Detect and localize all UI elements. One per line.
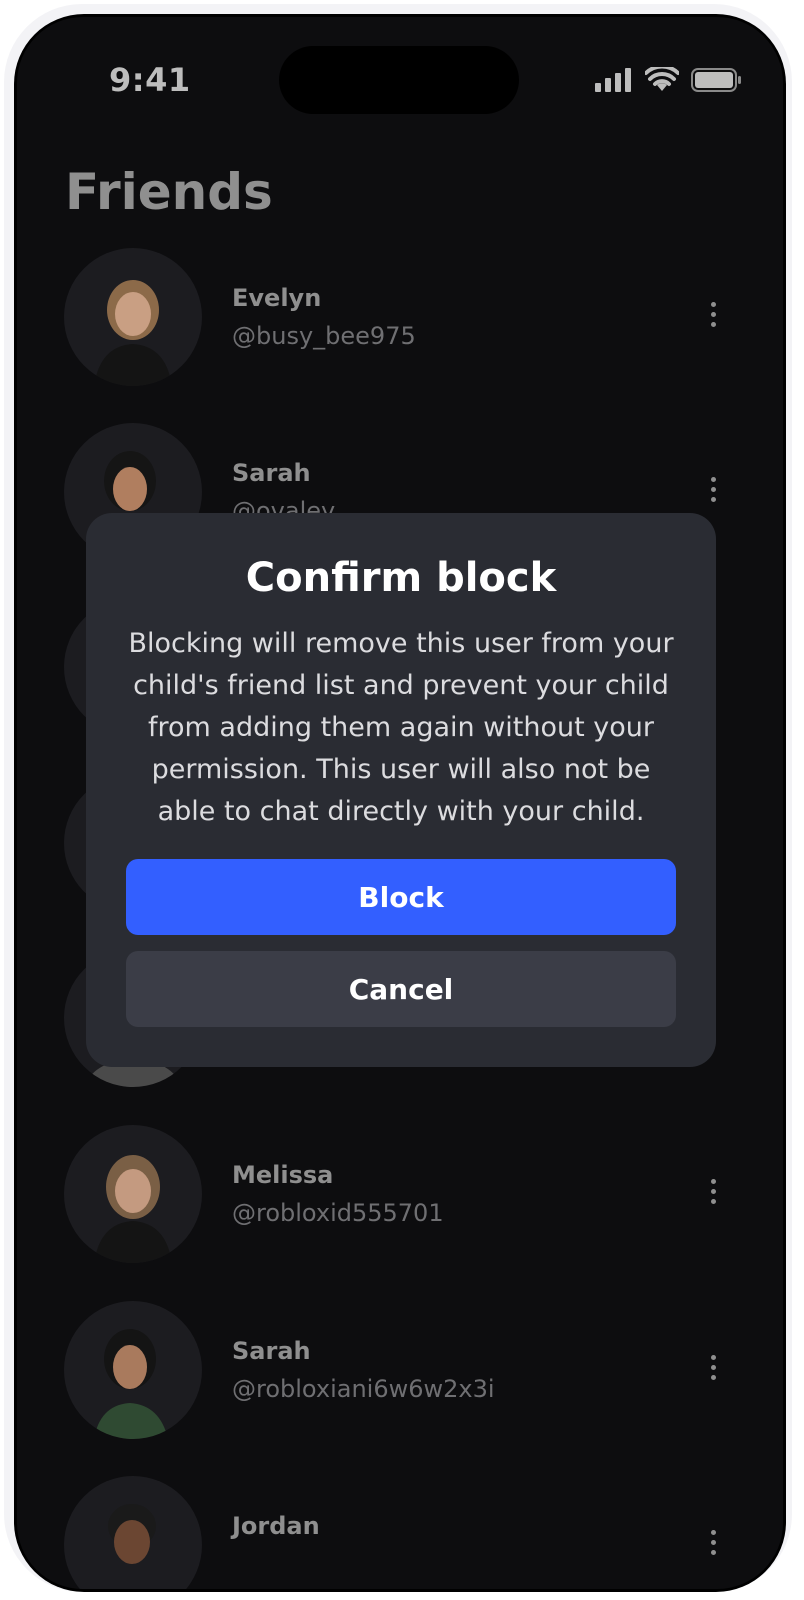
avatar (64, 1301, 202, 1439)
avatar (64, 248, 202, 386)
signal-icon (595, 68, 631, 92)
friend-name: Sarah (232, 459, 311, 487)
friend-name: Jordan (232, 1512, 320, 1540)
battery-icon (691, 68, 741, 92)
friend-row[interactable]: Melissa @robloxid555701 (17, 1125, 783, 1265)
cancel-button[interactable]: Cancel (126, 951, 676, 1027)
friend-handle: @robloxiani6w6w2x3i (232, 1375, 495, 1403)
friend-row[interactable]: Jordan (17, 1476, 783, 1589)
more-options-icon[interactable] (699, 1355, 727, 1387)
wifi-icon (645, 67, 679, 91)
device-bezel: 9:41 Friends Evelyn @busy_bee975 Sarah @… (14, 14, 786, 1592)
status-icons (595, 67, 743, 93)
block-button[interactable]: Block (126, 859, 676, 935)
status-time: 9:41 (109, 61, 191, 99)
more-options-icon[interactable] (699, 477, 727, 509)
friend-name: Melissa (232, 1161, 334, 1189)
friend-name: Sarah (232, 1337, 311, 1365)
more-options-icon[interactable] (699, 1530, 727, 1562)
confirm-block-dialog: Confirm block Blocking will remove this … (86, 513, 716, 1067)
avatar (64, 1125, 202, 1263)
friend-row[interactable]: Sarah @robloxiani6w6w2x3i (17, 1301, 783, 1441)
friend-handle: @busy_bee975 (232, 322, 416, 350)
page-title: Friends (65, 163, 273, 221)
friend-row[interactable]: Evelyn @busy_bee975 (17, 248, 783, 388)
dialog-title: Confirm block (245, 555, 557, 601)
avatar (64, 1476, 202, 1589)
friend-handle: @robloxid555701 (232, 1199, 444, 1227)
dynamic-island (279, 46, 519, 114)
more-options-icon[interactable] (699, 302, 727, 334)
screen: 9:41 Friends Evelyn @busy_bee975 Sarah @… (17, 17, 783, 1589)
more-options-icon[interactable] (699, 1179, 727, 1211)
friend-name: Evelyn (232, 284, 322, 312)
dialog-body: Blocking will remove this user from your… (128, 628, 674, 827)
device-frame: 9:41 Friends Evelyn @busy_bee975 Sarah @… (4, 4, 792, 1592)
